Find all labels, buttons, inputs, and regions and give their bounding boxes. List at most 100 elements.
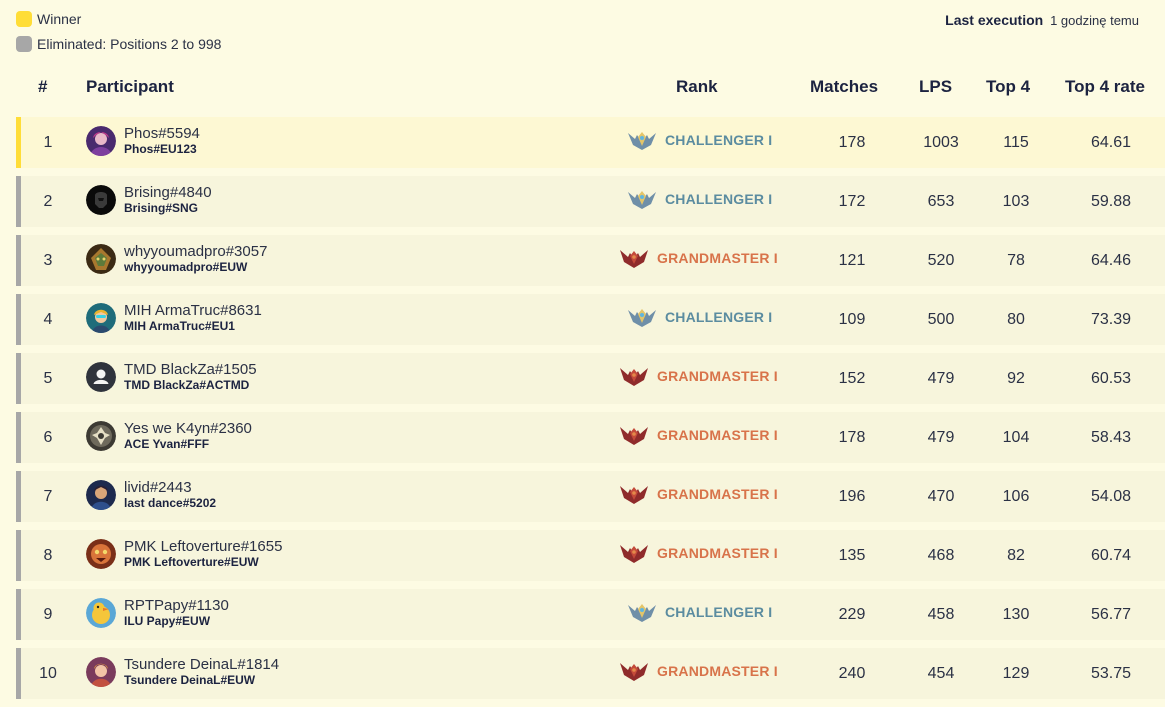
grandmaster-crest-icon bbox=[620, 249, 648, 268]
top4-value: 115 bbox=[1003, 134, 1029, 151]
row-position: 7 bbox=[43, 488, 53, 505]
lps-value: 470 bbox=[927, 488, 955, 505]
leaderboard-rows: 1 Phos#5594 Phos#EU123 CHALLENGER I 178 1003 1… bbox=[16, 117, 1165, 707]
participant-account: Tsundere DeinaL#EUW bbox=[124, 673, 256, 687]
avatar bbox=[86, 185, 116, 215]
table-row[interactable]: 1 Phos#5594 Phos#EU123 CHALLENGER I 178 1003 1… bbox=[16, 117, 1165, 168]
lps-value: 653 bbox=[927, 193, 955, 210]
lps-value: 1003 bbox=[923, 134, 959, 151]
matches-value: 135 bbox=[838, 547, 866, 564]
header-lps: LPS bbox=[919, 77, 953, 96]
participant-name[interactable]: RPTPapy#1130 bbox=[124, 597, 229, 614]
rank-badge: GRANDMASTER I bbox=[619, 648, 778, 699]
row-position: 5 bbox=[43, 370, 53, 387]
participant-account: TMD BlackZa#ACTMD bbox=[124, 378, 250, 392]
row-position: 9 bbox=[43, 606, 53, 623]
row-position: 3 bbox=[43, 252, 53, 269]
rank-label: GRANDMASTER I bbox=[657, 485, 778, 502]
avatar bbox=[86, 303, 116, 333]
rank-label: GRANDMASTER I bbox=[657, 426, 778, 443]
winner-swatch bbox=[16, 10, 32, 27]
top4-rate-value: 59.88 bbox=[1090, 193, 1132, 210]
row-position: 8 bbox=[43, 547, 53, 564]
duck-avatar bbox=[86, 598, 116, 628]
grandmaster-crest-icon bbox=[620, 485, 648, 504]
top4-value: 129 bbox=[1002, 665, 1030, 682]
legend-eliminated-label: Eliminated: Positions 2 to 998 bbox=[37, 35, 222, 52]
header-top4: Top 4 bbox=[986, 77, 1031, 96]
top4-rate-value: 53.75 bbox=[1090, 665, 1132, 682]
avatar bbox=[86, 480, 116, 510]
table-row[interactable]: 4 MIH ArmaTruc#8631 MIH ArmaTruc#EU1 CHALLE… bbox=[16, 294, 1165, 345]
rank-badge: GRANDMASTER I bbox=[619, 471, 778, 522]
challenger-crest-icon bbox=[628, 131, 656, 150]
top4-rate-value: 73.39 bbox=[1090, 311, 1132, 328]
legend: Winner Eliminated: Positions 2 to 998 bbox=[16, 10, 221, 60]
legend-winner: Winner bbox=[16, 10, 221, 27]
lps-value: 479 bbox=[927, 429, 955, 446]
rank-badge: CHALLENGER I bbox=[627, 117, 772, 168]
table-row[interactable]: 5 TMD BlackZa#1505 TMD BlackZa#ACTMD GRANDM… bbox=[16, 353, 1165, 404]
top4-value: 130 bbox=[1002, 606, 1030, 623]
purple-champion-avatar bbox=[86, 126, 116, 156]
dark-helmet-avatar bbox=[86, 185, 116, 215]
top4-value: 92 bbox=[1007, 370, 1025, 387]
table-row[interactable]: 2 Brising#4840 Brising#SNG CHALLENGER I 172 6… bbox=[16, 176, 1165, 227]
participant-name[interactable]: MIH ArmaTruc#8631 bbox=[124, 302, 262, 319]
table-row[interactable]: 6 Yes we K4yn#2360 ACE Yvan#FFF GRANDMASTER… bbox=[16, 412, 1165, 463]
row-position: 4 bbox=[43, 311, 53, 328]
participant-account: Brising#SNG bbox=[124, 201, 199, 215]
participant-name[interactable]: livid#2443 bbox=[124, 479, 192, 496]
emblem-avatar bbox=[86, 421, 116, 451]
avatar bbox=[86, 244, 116, 274]
matches-value: 178 bbox=[838, 134, 866, 151]
rank-label: GRANDMASTER I bbox=[657, 249, 778, 266]
matches-value: 196 bbox=[838, 488, 866, 505]
header-matches: Matches bbox=[810, 77, 879, 96]
participant-name[interactable]: Tsundere DeinaL#1814 bbox=[124, 656, 279, 673]
row-position: 6 bbox=[43, 429, 53, 446]
participant-name[interactable]: whyyoumadpro#3057 bbox=[124, 243, 267, 260]
participant-name[interactable]: TMD BlackZa#1505 bbox=[124, 361, 257, 378]
table-row[interactable]: 3 whyyoumadpro#3057 whyyoumadpro#EUW GRANDM… bbox=[16, 235, 1165, 286]
rank-badge: GRANDMASTER I bbox=[619, 353, 778, 404]
rank-badge: CHALLENGER I bbox=[627, 176, 772, 227]
last-execution-value: 1 godzinę temu bbox=[1050, 13, 1139, 28]
table-row[interactable]: 9 RPTPapy#1130 ILU Papy#EUW CHALLENGER I 229… bbox=[16, 589, 1165, 640]
matches-value: 121 bbox=[838, 252, 866, 269]
grandmaster-crest-icon bbox=[620, 426, 648, 445]
matches-value: 178 bbox=[838, 429, 866, 446]
participant-account: last dance#5202 bbox=[124, 496, 217, 510]
rank-badge: GRANDMASTER I bbox=[619, 530, 778, 581]
participant-account: PMK Leftoverture#EUW bbox=[124, 555, 259, 569]
rank-label: CHALLENGER I bbox=[665, 131, 773, 148]
avatar bbox=[86, 421, 116, 451]
avatar bbox=[86, 657, 116, 687]
row-position: 10 bbox=[39, 665, 57, 682]
teal-champion-avatar bbox=[86, 303, 116, 333]
avatar bbox=[86, 126, 116, 156]
table-row[interactable]: 7 livid#2443 last dance#5202 GRANDMASTER I 1… bbox=[16, 471, 1165, 522]
challenger-crest-icon bbox=[628, 190, 656, 209]
participant-name[interactable]: Yes we K4yn#2360 bbox=[124, 420, 252, 437]
participant-name[interactable]: PMK Leftoverture#1655 bbox=[124, 538, 282, 555]
top4-rate-value: 64.61 bbox=[1090, 134, 1132, 151]
top4-rate-value: 58.43 bbox=[1090, 429, 1132, 446]
table-row[interactable]: 8 PMK Leftoverture#1655 PMK Leftoverture#E… bbox=[16, 530, 1165, 581]
header-num: # bbox=[38, 77, 48, 96]
rank-badge: CHALLENGER I bbox=[627, 294, 772, 345]
participant-name[interactable]: Brising#4840 bbox=[124, 184, 212, 201]
rank-badge: GRANDMASTER I bbox=[619, 412, 778, 463]
matches-value: 229 bbox=[838, 606, 866, 623]
legend-winner-label: Winner bbox=[37, 10, 82, 27]
lps-value: 458 bbox=[927, 606, 955, 623]
participant-name[interactable]: Phos#5594 bbox=[124, 125, 200, 142]
rank-label: CHALLENGER I bbox=[665, 603, 773, 620]
table-row[interactable]: 10 Tsundere DeinaL#1814 Tsundere DeinaL#EU… bbox=[16, 648, 1165, 699]
top4-rate-value: 60.53 bbox=[1090, 370, 1132, 387]
legend-eliminated: Eliminated: Positions 2 to 998 bbox=[16, 35, 221, 52]
grandmaster-crest-icon bbox=[620, 367, 648, 386]
participant-account: ILU Papy#EUW bbox=[124, 614, 211, 628]
challenger-crest-icon bbox=[628, 603, 656, 622]
top4-value: 82 bbox=[1007, 547, 1025, 564]
